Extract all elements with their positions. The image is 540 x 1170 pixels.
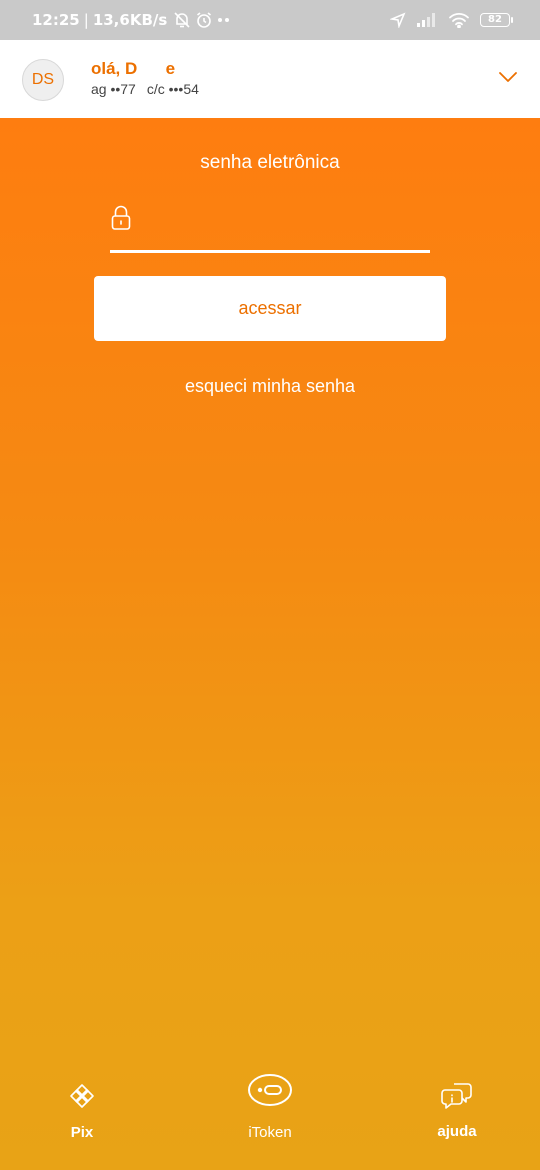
agency-number: ag ••77 — [91, 81, 136, 97]
access-button[interactable]: acessar — [94, 276, 446, 341]
status-time: 12:25 — [32, 11, 80, 29]
greeting: olá, D e — [91, 59, 176, 78]
nav-itoken-label: iToken — [248, 1124, 292, 1141]
password-label: senha eletrônica — [200, 152, 340, 173]
nav-pix[interactable]: Pix — [27, 1060, 137, 1141]
alarm-icon — [195, 11, 213, 29]
wifi-icon — [448, 12, 470, 28]
nav-pix-label: Pix — [70, 1124, 94, 1141]
signal-icon — [416, 12, 438, 28]
login-panel: senha eletrônica acessar esqueci minha s… — [0, 118, 540, 1170]
account-number: c/c •••54 — [146, 81, 199, 97]
help-chat-icon — [441, 1083, 472, 1109]
bottom-nav: Pix iToken ajuda — [0, 1060, 540, 1170]
forgot-password-link[interactable]: esqueci minha senha — [0, 376, 540, 397]
status-left: 12:25 | 13,6KB/s — [32, 0, 231, 40]
location-arrow-icon — [390, 12, 406, 28]
status-network-speed: 13,6KB/s — [92, 11, 168, 29]
status-separator: | — [83, 11, 89, 29]
account-info: ag ••77 c/c •••54 — [91, 81, 199, 97]
mute-icon — [173, 11, 191, 29]
lock-icon — [111, 205, 131, 230]
nav-ajuda-label: ajuda — [437, 1123, 477, 1140]
status-bar: 12:25 | 13,6KB/s 82 — [0, 0, 540, 40]
status-right: 82 — [390, 0, 513, 40]
chevron-down-icon[interactable] — [498, 70, 518, 84]
more-dots-icon — [217, 17, 231, 23]
nav-itoken[interactable]: iToken — [215, 1060, 325, 1141]
nav-ajuda[interactable]: ajuda — [402, 1060, 512, 1140]
password-input[interactable] — [140, 202, 420, 232]
password-underline — [110, 250, 430, 253]
account-header[interactable]: DS olá, D e ag ••77 c/c •••54 — [0, 40, 540, 118]
battery-icon: 82 — [480, 13, 513, 27]
avatar: DS — [22, 59, 64, 101]
itoken-icon — [248, 1074, 292, 1106]
pix-icon — [70, 1084, 94, 1108]
